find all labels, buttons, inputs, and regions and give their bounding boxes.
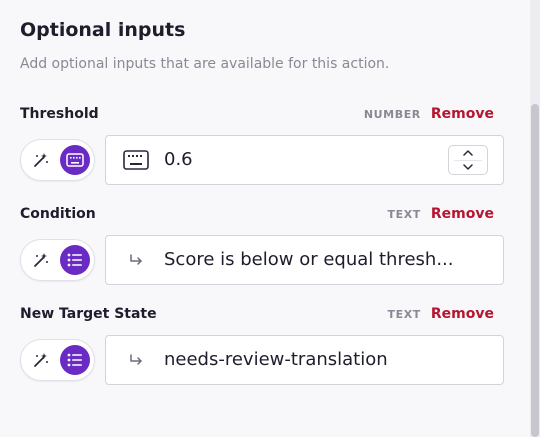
number-stepper[interactable] (448, 145, 488, 175)
remove-button[interactable]: Remove (431, 206, 494, 222)
field-label-condition: Condition (20, 206, 96, 222)
field-meta-new-target-state: TEXT Remove (387, 306, 494, 322)
return-arrow-icon (122, 348, 150, 372)
return-arrow-icon (122, 248, 150, 272)
magic-wand-icon[interactable] (26, 245, 56, 275)
field-meta-condition: TEXT Remove (387, 206, 494, 222)
magic-wand-icon[interactable] (26, 345, 56, 375)
input-mode-toggle (20, 239, 95, 281)
list-icon[interactable] (60, 245, 90, 275)
threshold-input[interactable]: 0.6 (105, 135, 504, 185)
input-mode-toggle (20, 139, 95, 181)
type-tag: NUMBER (363, 108, 421, 121)
new-target-state-value: needs-review-translation (164, 349, 388, 370)
condition-input[interactable]: Score is below or equal thresh... (105, 235, 504, 285)
field-meta-threshold: NUMBER Remove (364, 106, 494, 122)
remove-button[interactable]: Remove (431, 306, 494, 322)
input-mode-toggle (20, 339, 95, 381)
section-title: Optional inputs (20, 19, 186, 41)
remove-button[interactable]: Remove (431, 106, 494, 122)
keyboard-icon (122, 148, 150, 172)
scrollbar-thumb[interactable] (531, 104, 539, 437)
new-target-state-input[interactable]: needs-review-translation (105, 335, 504, 385)
type-tag: TEXT (387, 208, 421, 221)
list-icon[interactable] (60, 345, 90, 375)
threshold-value: 0.6 (164, 149, 193, 170)
type-tag: TEXT (387, 308, 421, 321)
keyboard-icon[interactable] (60, 145, 90, 175)
optional-inputs-panel: Optional inputs Add optional inputs that… (0, 0, 530, 437)
chevron-up-icon[interactable] (449, 146, 487, 160)
section-subtitle: Add optional inputs that are available f… (20, 56, 390, 72)
field-label-threshold: Threshold (20, 106, 99, 122)
scrollbar-track[interactable] (530, 0, 540, 437)
magic-wand-icon[interactable] (26, 145, 56, 175)
field-label-new-target-state: New Target State (20, 306, 157, 322)
chevron-down-icon[interactable] (449, 160, 487, 174)
condition-value: Score is below or equal thresh... (164, 249, 454, 270)
